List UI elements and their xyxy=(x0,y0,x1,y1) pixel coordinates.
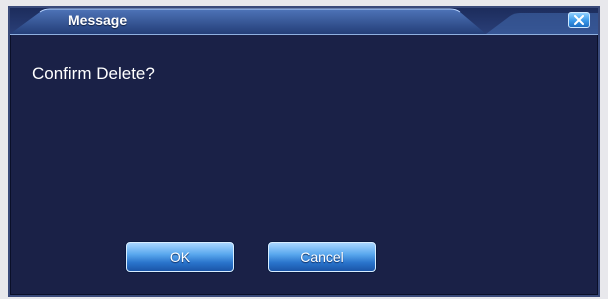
message-text: Confirm Delete? xyxy=(32,64,155,83)
dialog-title: Message xyxy=(68,12,128,28)
cancel-button[interactable]: Cancel xyxy=(268,242,376,272)
close-icon xyxy=(574,15,584,25)
close-button[interactable] xyxy=(568,12,590,28)
message-dialog: Message Confirm Delete? OK Cancel xyxy=(8,6,600,297)
title-bar[interactable]: Message xyxy=(10,8,598,35)
ok-button[interactable]: OK xyxy=(126,242,234,272)
